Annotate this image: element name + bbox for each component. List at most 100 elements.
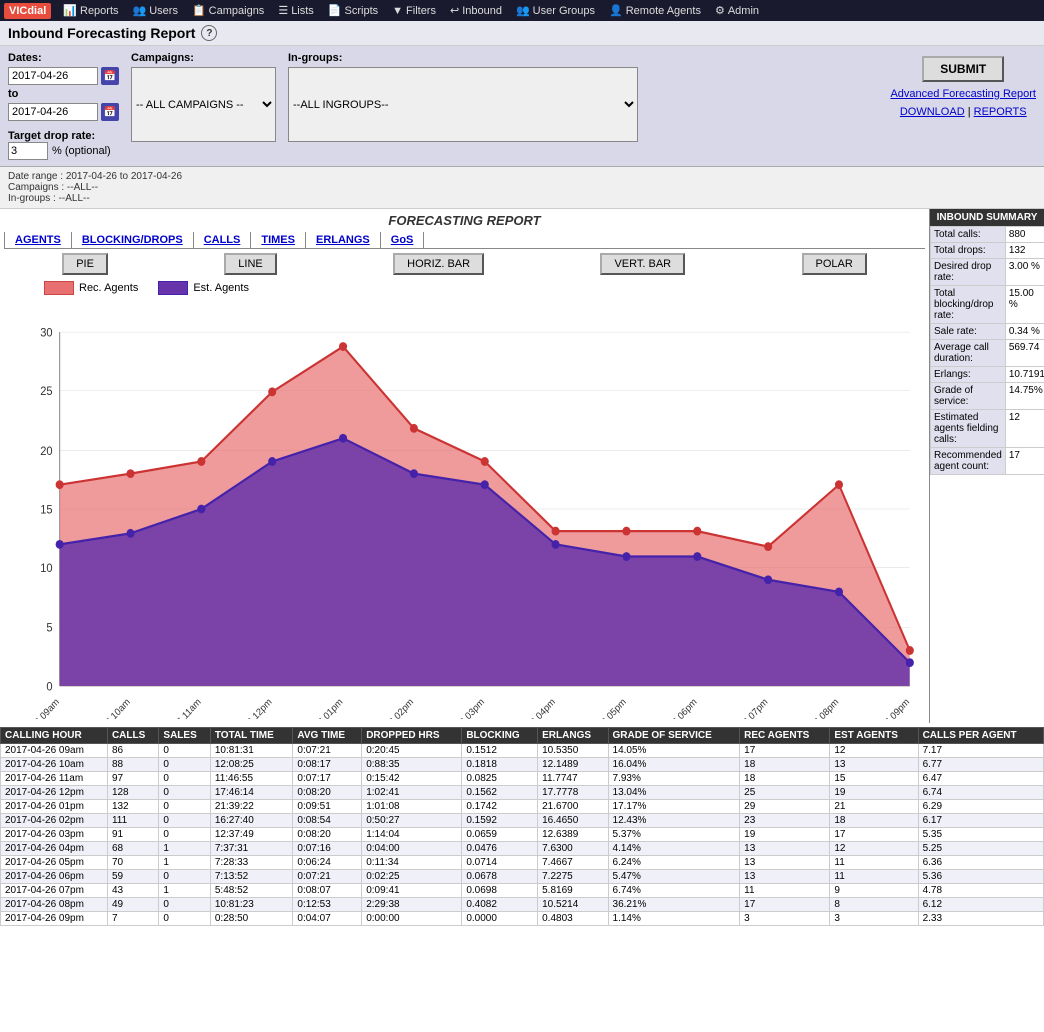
date-from-input[interactable] xyxy=(8,67,98,85)
table-cell: 6.74% xyxy=(608,884,740,898)
nav-remote-agents[interactable]: 👤 Remote Agents xyxy=(603,2,707,19)
nav-admin[interactable]: ⚙ Admin xyxy=(709,2,765,19)
campaigns-select[interactable]: -- ALL CAMPAIGNS --100010371402424 xyxy=(131,67,276,142)
table-cell: 0:07:21 xyxy=(293,744,362,758)
ingroups-select[interactable]: --ALL INGROUPS--_STAY - Testing options1… xyxy=(288,67,638,142)
table-cell: 0:04:07 xyxy=(293,912,362,926)
help-icon[interactable]: ? xyxy=(201,25,217,41)
table-row: 2017-04-26 09pm700:28:500:04:070:00:000.… xyxy=(1,912,1044,926)
table-cell: 3 xyxy=(830,912,918,926)
nav-campaigns[interactable]: 📋 Campaigns xyxy=(186,2,270,19)
tab-gos[interactable]: GoS xyxy=(381,232,425,248)
submit-button[interactable]: SUBMIT xyxy=(922,56,1004,82)
vert-bar-button[interactable]: VERT. BAR xyxy=(600,253,685,275)
table-cell: 10:81:23 xyxy=(210,898,293,912)
est-point-2 xyxy=(197,505,205,514)
table-header: REC AGENTS xyxy=(740,728,830,744)
date-to-label: to xyxy=(8,88,119,100)
table-cell: 2017-04-26 07pm xyxy=(1,884,108,898)
forecasting-chart: 30 25 20 15 10 5 0 xyxy=(4,299,925,719)
x-label-9: 2017-04-26 06pm xyxy=(641,696,699,719)
x-label-11: 2017-04-26 08pm xyxy=(783,696,841,719)
x-label-4: 2017-04-26 01pm xyxy=(287,696,345,719)
rec-point-5 xyxy=(410,424,418,433)
table-cell: 3 xyxy=(740,912,830,926)
est-point-7 xyxy=(552,540,560,549)
est-point-3 xyxy=(268,457,276,466)
page-header: Inbound Forecasting Report ? xyxy=(0,21,1044,46)
tab-erlangs[interactable]: ERLANGS xyxy=(306,232,381,248)
table-row: 2017-04-26 05pm7017:28:330:06:240:11:340… xyxy=(1,856,1044,870)
table-cell: 29 xyxy=(740,800,830,814)
tab-calls[interactable]: CALLS xyxy=(194,232,252,248)
chart-legend: Rec. Agents Est. Agents xyxy=(4,281,925,295)
nav-lists[interactable]: ☰ Lists xyxy=(272,2,320,19)
table-cell: 11 xyxy=(830,870,918,884)
target-drop-label: Target drop rate: xyxy=(8,130,119,142)
table-cell: 0:08:20 xyxy=(293,828,362,842)
table-cell: 0.1562 xyxy=(462,786,538,800)
date-from-calendar-icon[interactable]: 📅 xyxy=(101,67,119,85)
table-header: CALLS PER AGENT xyxy=(918,728,1043,744)
table-cell: 0.1512 xyxy=(462,744,538,758)
table-cell: 0:20:45 xyxy=(362,744,462,758)
table-cell: 16:27:40 xyxy=(210,814,293,828)
table-cell: 7.6300 xyxy=(538,842,608,856)
nav-reports[interactable]: 📊 Reports xyxy=(57,2,124,19)
table-cell: 21.6700 xyxy=(538,800,608,814)
table-cell: 2:29:38 xyxy=(362,898,462,912)
summary-row-label: Total drops: xyxy=(931,243,1006,259)
rec-agents-label: Rec. Agents xyxy=(79,282,138,294)
table-cell: 0 xyxy=(159,744,210,758)
polar-button[interactable]: POLAR xyxy=(802,253,867,275)
table-cell: 6.36 xyxy=(918,856,1043,870)
nav-user-groups[interactable]: 👥 User Groups xyxy=(510,2,601,19)
target-drop-input[interactable] xyxy=(8,142,48,160)
submit-area: SUBMIT Advanced Forecasting Report DOWNL… xyxy=(890,52,1036,118)
x-label-12: 2017-04-26 09pm xyxy=(854,696,912,719)
rec-point-6 xyxy=(481,457,489,466)
summary-row-value: 3.00 % xyxy=(1005,259,1044,286)
summary-row: Recommended agent count:17 xyxy=(931,448,1044,475)
table-row: 2017-04-26 02pm111016:27:400:08:540:50:2… xyxy=(1,814,1044,828)
tab-agents[interactable]: AGENTS xyxy=(4,232,72,248)
table-cell: 2.33 xyxy=(918,912,1043,926)
table-cell: 0:09:51 xyxy=(293,800,362,814)
summary-row-label: Erlangs: xyxy=(931,367,1006,383)
summary-row-value: 0.34 % xyxy=(1005,324,1044,340)
table-header: BLOCKING xyxy=(462,728,538,744)
est-point-4 xyxy=(339,434,347,443)
table-cell: 7:28:33 xyxy=(210,856,293,870)
date-to-input[interactable] xyxy=(8,103,98,121)
nav-users[interactable]: 👥 Users xyxy=(127,2,184,19)
table-cell: 1:01:08 xyxy=(362,800,462,814)
download-link[interactable]: DOWNLOAD xyxy=(900,106,965,118)
nav-filters[interactable]: ▼ Filters xyxy=(386,3,442,19)
est-point-8 xyxy=(622,552,630,561)
nav-scripts[interactable]: 📄 Scripts xyxy=(322,2,384,19)
table-cell: 0:50:27 xyxy=(362,814,462,828)
table-cell: 7:37:31 xyxy=(210,842,293,856)
table-cell: 86 xyxy=(107,744,158,758)
table-cell: 0.0698 xyxy=(462,884,538,898)
reports-link[interactable]: REPORTS xyxy=(974,106,1027,118)
table-cell: 15 xyxy=(830,772,918,786)
table-cell: 0.0476 xyxy=(462,842,538,856)
line-button[interactable]: LINE xyxy=(224,253,276,275)
date-to-calendar-icon[interactable]: 📅 xyxy=(101,103,119,121)
nav-inbound[interactable]: ↩ Inbound xyxy=(444,2,508,19)
campaigns-section: Campaigns: -- ALL CAMPAIGNS --1000103714… xyxy=(131,52,276,142)
pie-button[interactable]: PIE xyxy=(62,253,108,275)
info-bar: Date range : 2017-04-26 to 2017-04-26 Ca… xyxy=(0,167,1044,209)
est-agents-swatch xyxy=(158,281,188,295)
table-cell: 18 xyxy=(740,772,830,786)
table-cell: 10.5350 xyxy=(538,744,608,758)
table-cell: 0 xyxy=(159,772,210,786)
horiz-bar-button[interactable]: HORIZ. BAR xyxy=(393,253,484,275)
table-cell: 6.77 xyxy=(918,758,1043,772)
tab-times[interactable]: TIMES xyxy=(251,232,306,248)
table-cell: 91 xyxy=(107,828,158,842)
advanced-forecasting-link[interactable]: Advanced Forecasting Report xyxy=(890,88,1036,100)
tab-blocking-drops[interactable]: BLOCKING/DROPS xyxy=(72,232,194,248)
table-cell: 2017-04-26 09pm xyxy=(1,912,108,926)
